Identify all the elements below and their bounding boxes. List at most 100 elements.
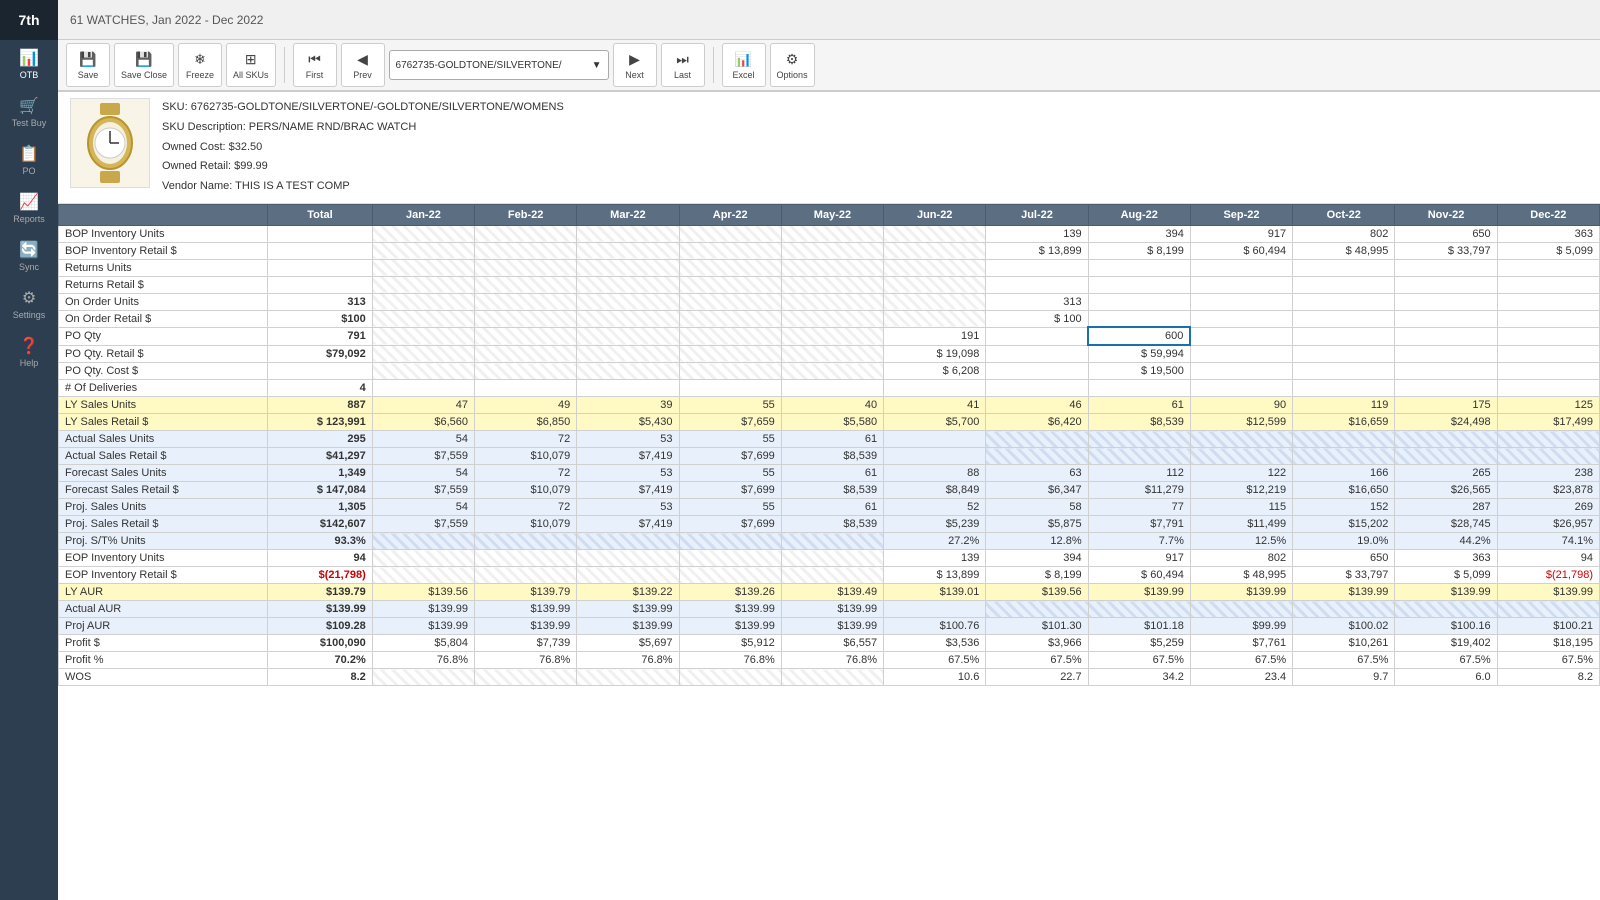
data-cell[interactable]: 49 — [475, 397, 577, 414]
data-cell[interactable]: $139.79 — [475, 584, 577, 601]
sidebar-item-testbuy[interactable]: 🛒 Test Buy — [0, 88, 58, 136]
data-cell[interactable]: 88 — [884, 465, 986, 482]
data-cell[interactable]: $139.01 — [884, 584, 986, 601]
data-cell[interactable] — [1088, 448, 1190, 465]
sku-dropdown[interactable]: 6762735-GOLDTONE/SILVERTONE/ ▼ — [389, 50, 609, 80]
data-cell[interactable]: $5,430 — [577, 414, 679, 431]
data-cell[interactable]: $139.99 — [1395, 584, 1497, 601]
data-cell[interactable]: $139.22 — [577, 584, 679, 601]
data-cell[interactable]: $139.49 — [781, 584, 883, 601]
data-cell[interactable]: 54 — [372, 499, 474, 516]
data-cell[interactable]: $10,079 — [475, 448, 577, 465]
excel-button[interactable]: 📊 Excel — [722, 43, 766, 87]
data-cell[interactable]: 54 — [372, 431, 474, 448]
data-cell[interactable]: $7,699 — [679, 448, 781, 465]
data-cell[interactable]: $6,850 — [475, 414, 577, 431]
data-cell[interactable]: $8,539 — [781, 516, 883, 533]
data-cell[interactable]: 72 — [475, 465, 577, 482]
data-grid-container[interactable]: Total Jan-22 Feb-22 Mar-22 Apr-22 May-22… — [58, 204, 1600, 900]
data-cell[interactable]: $28,745 — [1395, 516, 1497, 533]
sidebar-item-settings[interactable]: ⚙ Settings — [0, 280, 58, 328]
data-cell[interactable]: $16,659 — [1293, 414, 1395, 431]
data-cell[interactable]: 125 — [1497, 397, 1599, 414]
data-cell[interactable]: $6,347 — [986, 482, 1088, 499]
data-cell[interactable]: 52 — [884, 499, 986, 516]
data-cell[interactable]: 55 — [679, 431, 781, 448]
data-cell[interactable] — [884, 601, 986, 618]
data-cell[interactable]: $ 13,899 — [884, 567, 986, 584]
data-cell[interactable] — [577, 533, 679, 550]
data-cell[interactable]: $6,560 — [372, 414, 474, 431]
data-cell[interactable] — [1088, 601, 1190, 618]
data-cell[interactable]: 90 — [1190, 397, 1292, 414]
data-cell[interactable]: 61 — [781, 465, 883, 482]
data-cell[interactable]: 74.1% — [1497, 533, 1599, 550]
data-cell[interactable]: 54 — [372, 465, 474, 482]
data-cell[interactable] — [1088, 431, 1190, 448]
data-cell[interactable]: $8,539 — [781, 482, 883, 499]
data-cell[interactable] — [577, 567, 679, 584]
data-cell[interactable]: $26,565 — [1395, 482, 1497, 499]
save-button[interactable]: 💾 Save — [66, 43, 110, 87]
data-cell[interactable] — [1497, 601, 1599, 618]
data-cell[interactable]: $7,791 — [1088, 516, 1190, 533]
data-cell[interactable]: 40 — [781, 397, 883, 414]
data-cell[interactable]: $ 48,995 — [1190, 567, 1292, 584]
data-cell[interactable]: 47 — [372, 397, 474, 414]
data-cell[interactable]: $139.99 — [372, 618, 474, 635]
data-cell[interactable]: $ 33,797 — [1293, 567, 1395, 584]
data-cell[interactable]: $139.99 — [679, 618, 781, 635]
data-cell[interactable] — [475, 567, 577, 584]
data-cell[interactable]: 122 — [1190, 465, 1292, 482]
data-cell[interactable]: $7,659 — [679, 414, 781, 431]
data-cell[interactable] — [1190, 448, 1292, 465]
data-cell[interactable]: $139.99 — [577, 601, 679, 618]
data-cell[interactable] — [781, 567, 883, 584]
sidebar-item-help[interactable]: ❓ Help — [0, 328, 58, 376]
data-cell[interactable]: $139.99 — [372, 601, 474, 618]
data-cell[interactable]: 119 — [1293, 397, 1395, 414]
data-cell[interactable]: 12.5% — [1190, 533, 1292, 550]
data-cell[interactable] — [475, 533, 577, 550]
data-cell[interactable] — [986, 448, 1088, 465]
data-cell[interactable]: 12.8% — [986, 533, 1088, 550]
data-cell[interactable]: $139.99 — [781, 601, 883, 618]
data-cell[interactable]: $24,498 — [1395, 414, 1497, 431]
data-cell[interactable]: 265 — [1395, 465, 1497, 482]
data-cell[interactable]: 61 — [1088, 397, 1190, 414]
data-cell[interactable]: $5,875 — [986, 516, 1088, 533]
data-cell[interactable] — [1395, 448, 1497, 465]
data-cell[interactable]: 7.7% — [1088, 533, 1190, 550]
data-cell[interactable]: 44.2% — [1395, 533, 1497, 550]
data-cell[interactable]: 61 — [781, 499, 883, 516]
data-cell[interactable]: $8,849 — [884, 482, 986, 499]
last-button[interactable]: ⏭ Last — [661, 43, 705, 87]
data-cell[interactable]: $6,420 — [986, 414, 1088, 431]
data-cell[interactable]: $100.21 — [1497, 618, 1599, 635]
data-cell[interactable]: $7,419 — [577, 516, 679, 533]
data-cell[interactable] — [679, 567, 781, 584]
sidebar-item-reports[interactable]: 📈 Reports — [0, 184, 58, 232]
data-cell[interactable]: $23,878 — [1497, 482, 1599, 499]
data-cell[interactable]: $7,559 — [372, 448, 474, 465]
data-cell[interactable] — [884, 431, 986, 448]
data-cell[interactable]: $100.76 — [884, 618, 986, 635]
data-cell[interactable]: $8,539 — [781, 448, 883, 465]
data-cell[interactable]: $ 8,199 — [986, 567, 1088, 584]
data-cell[interactable]: 269 — [1497, 499, 1599, 516]
data-cell[interactable]: $11,499 — [1190, 516, 1292, 533]
data-cell[interactable]: $7,419 — [577, 448, 679, 465]
data-cell[interactable]: $7,699 — [679, 516, 781, 533]
data-cell[interactable]: $139.56 — [986, 584, 1088, 601]
data-cell[interactable]: 287 — [1395, 499, 1497, 516]
data-cell[interactable] — [679, 533, 781, 550]
next-button[interactable]: ▶ Next — [613, 43, 657, 87]
data-cell[interactable]: 166 — [1293, 465, 1395, 482]
data-cell[interactable]: $10,079 — [475, 482, 577, 499]
data-cell[interactable]: 175 — [1395, 397, 1497, 414]
data-cell[interactable]: $139.99 — [781, 618, 883, 635]
data-cell[interactable] — [372, 533, 474, 550]
data-cell[interactable]: $ 60,494 — [1088, 567, 1190, 584]
all-skus-button[interactable]: ⊞ All SKUs — [226, 43, 276, 87]
data-cell[interactable]: 72 — [475, 431, 577, 448]
